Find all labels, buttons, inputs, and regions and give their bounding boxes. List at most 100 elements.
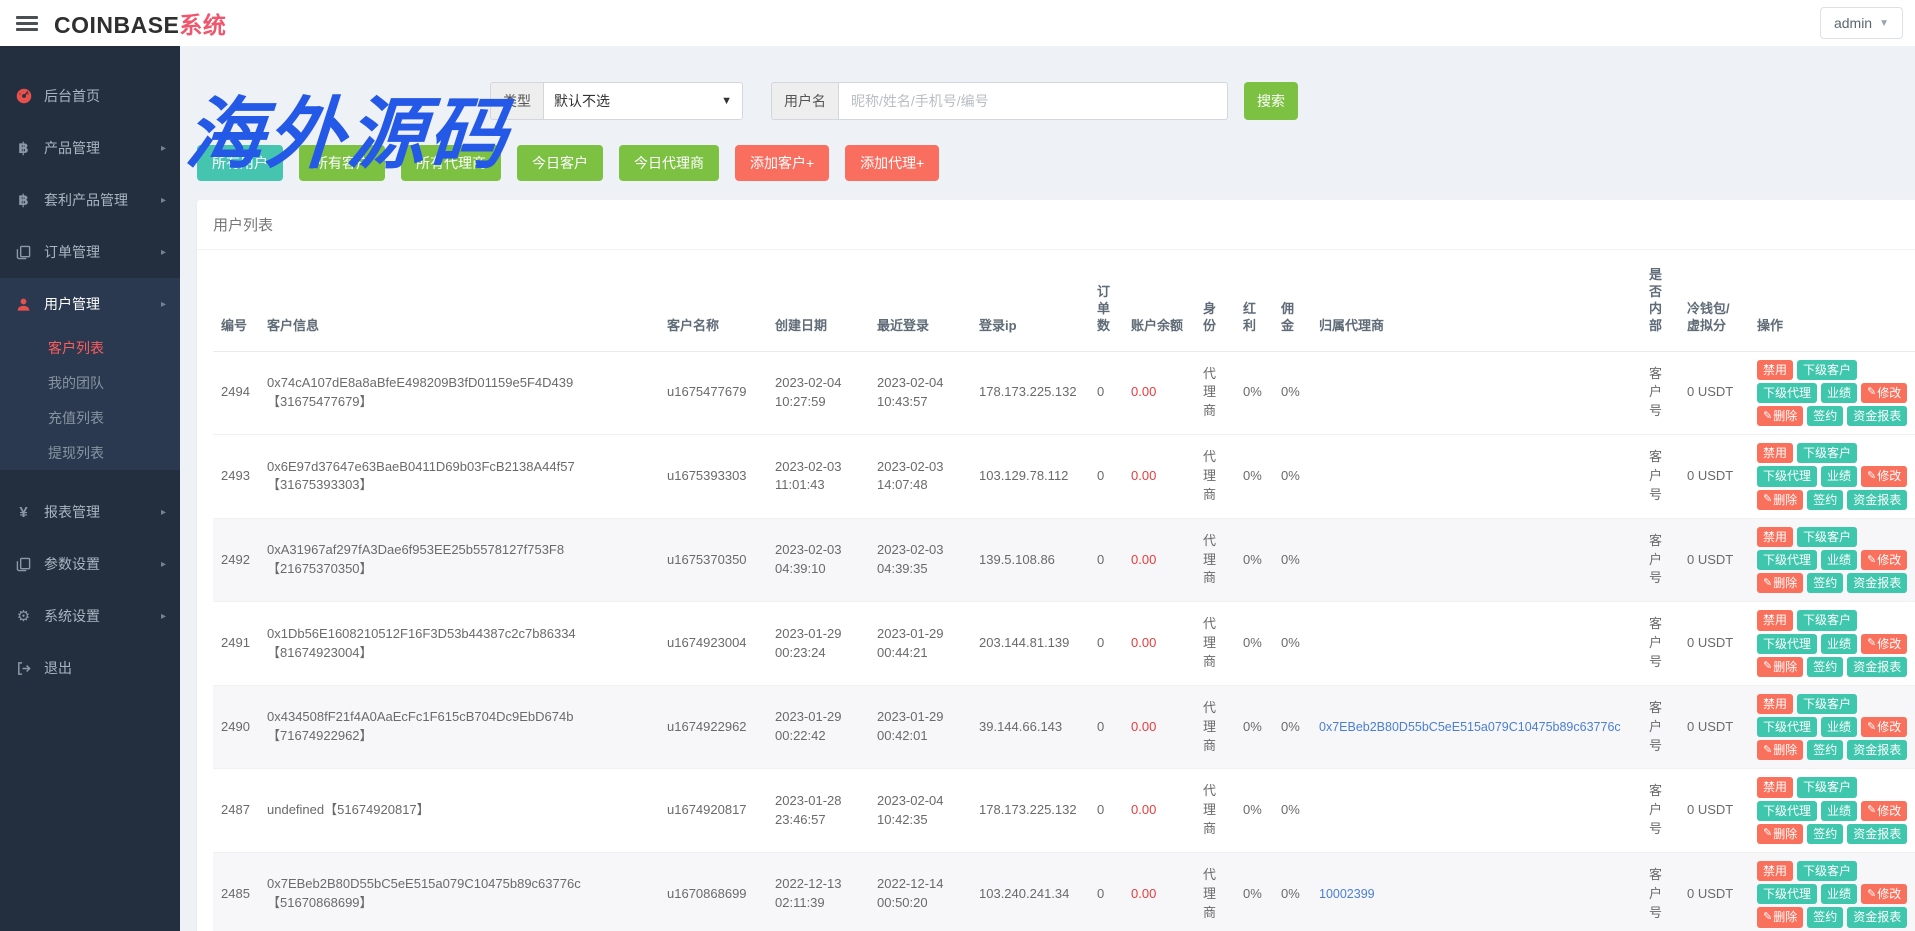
action-button[interactable]: ✎删除 <box>1757 490 1803 510</box>
agent-link[interactable]: 0x7EBeb2B80D55bC5eE515a079C10475b89c6377… <box>1319 720 1621 734</box>
username-input[interactable] <box>838 82 1228 120</box>
action-button[interactable]: ✎删除 <box>1757 573 1803 593</box>
action-button[interactable]: 业绩 <box>1821 383 1857 403</box>
agent-link[interactable]: 10002399 <box>1319 887 1375 901</box>
cell-created: 2023-01-28 23:46:57 <box>767 769 869 853</box>
action-button[interactable]: 业绩 <box>1821 634 1857 654</box>
action-button[interactable]: 资金报表 <box>1847 406 1907 426</box>
chevron-right-icon: ▸ <box>161 299 166 310</box>
action-button[interactable]: 下级代理 <box>1757 383 1817 403</box>
sidebar-item-8[interactable]: ⚙系统设置▸ <box>0 590 180 642</box>
action-button[interactable]: 资金报表 <box>1847 573 1907 593</box>
toolbar-button[interactable]: 今日客户 <box>517 145 603 181</box>
cell-identity: 代理商 <box>1195 518 1235 602</box>
action-button[interactable]: 下级代理 <box>1757 634 1817 654</box>
action-button[interactable]: 下级代理 <box>1757 801 1817 821</box>
action-button[interactable]: 下级客户 <box>1797 694 1857 714</box>
toolbar-button[interactable]: 添加客户+ <box>735 145 829 181</box>
sidebar-item-7[interactable]: 参数设置▸ <box>0 538 180 590</box>
cell-last-login: 2023-01-29 00:44:21 <box>869 602 971 686</box>
sidebar-item-5[interactable]: 用户管理▸ <box>0 278 180 330</box>
action-button[interactable]: 业绩 <box>1821 884 1857 904</box>
action-button[interactable]: 禁用 <box>1757 443 1793 463</box>
sidebar-group-users: 用户管理▸客户列表我的团队充值列表提现列表 <box>0 278 180 470</box>
action-button[interactable]: 签约 <box>1807 907 1843 927</box>
cell-internal: 客户号 <box>1641 435 1679 519</box>
action-button[interactable]: 下级代理 <box>1757 466 1817 486</box>
hamburger-menu-icon[interactable] <box>16 16 38 31</box>
action-button[interactable]: ✎修改 <box>1861 717 1907 737</box>
cell-wallet: 0 USDT <box>1679 435 1749 519</box>
action-button[interactable]: 下级客户 <box>1797 527 1857 547</box>
toolbar-button[interactable]: 所有用户 <box>197 145 283 181</box>
action-button[interactable]: 下级客户 <box>1797 360 1857 380</box>
type-select[interactable]: 默认不选 ▼ <box>543 82 743 120</box>
action-button[interactable]: ✎修改 <box>1861 383 1907 403</box>
yen-icon: ¥ <box>14 504 33 521</box>
sidebar-item-4[interactable]: 订单管理▸ <box>0 226 180 278</box>
cell-created: 2023-01-29 00:22:42 <box>767 685 869 769</box>
cell-actions: 禁用下级客户下级代理业绩✎修改 ✎删除签约资金报表 <box>1749 853 1915 931</box>
table-row: 24930x6E97d37647e63BaeB0411D69b03FcB2138… <box>213 435 1915 519</box>
action-button[interactable]: ✎删除 <box>1757 406 1803 426</box>
action-button[interactable]: 禁用 <box>1757 694 1793 714</box>
search-button[interactable]: 搜索 <box>1244 82 1298 120</box>
admin-user-dropdown[interactable]: admin ▼ <box>1820 7 1903 39</box>
action-button[interactable]: 下级代理 <box>1757 717 1817 737</box>
action-button[interactable]: ✎删除 <box>1757 740 1803 760</box>
action-button[interactable]: ✎修改 <box>1861 466 1907 486</box>
cell-id: 2493 <box>213 435 259 519</box>
sidebar-item-6[interactable]: ¥报表管理▸ <box>0 486 180 538</box>
sidebar-subitem[interactable]: 客户列表 <box>0 330 180 365</box>
cell-id: 2490 <box>213 685 259 769</box>
action-button[interactable]: ✎修改 <box>1861 884 1907 904</box>
toolbar-button[interactable]: 所有客户 <box>299 145 385 181</box>
sidebar-subitem[interactable]: 提现列表 <box>0 435 180 470</box>
sidebar-item-9[interactable]: 退出 <box>0 642 180 694</box>
action-button[interactable]: 禁用 <box>1757 610 1793 630</box>
action-button[interactable]: 禁用 <box>1757 360 1793 380</box>
toolbar-button[interactable]: 添加代理+ <box>845 145 939 181</box>
action-button[interactable]: 禁用 <box>1757 527 1793 547</box>
toolbar-button[interactable]: 所有代理商 <box>401 145 501 181</box>
username-filter-group: 用户名 <box>771 82 1228 120</box>
cell-identity: 代理商 <box>1195 602 1235 686</box>
action-button[interactable]: 签约 <box>1807 573 1843 593</box>
cell-wallet: 0 USDT <box>1679 518 1749 602</box>
action-button[interactable]: 资金报表 <box>1847 824 1907 844</box>
toolbar-button[interactable]: 今日代理商 <box>619 145 719 181</box>
action-button[interactable]: 禁用 <box>1757 777 1793 797</box>
sidebar-item-2[interactable]: ฿产品管理▸ <box>0 122 180 174</box>
action-button[interactable]: 下级代理 <box>1757 550 1817 570</box>
action-button[interactable]: 下级客户 <box>1797 777 1857 797</box>
action-button[interactable]: 禁用 <box>1757 861 1793 881</box>
action-button[interactable]: ✎删除 <box>1757 657 1803 677</box>
action-button[interactable]: ✎删除 <box>1757 824 1803 844</box>
action-button[interactable]: 下级客户 <box>1797 443 1857 463</box>
action-button[interactable]: 资金报表 <box>1847 490 1907 510</box>
action-button[interactable]: 签约 <box>1807 740 1843 760</box>
action-button[interactable]: 签约 <box>1807 490 1843 510</box>
action-button[interactable]: 资金报表 <box>1847 740 1907 760</box>
action-button[interactable]: ✎删除 <box>1757 907 1803 927</box>
sidebar-item-3[interactable]: ฿套利产品管理▸ <box>0 174 180 226</box>
action-button[interactable]: 下级客户 <box>1797 861 1857 881</box>
sidebar-subitem[interactable]: 充值列表 <box>0 400 180 435</box>
action-button[interactable]: ✎修改 <box>1861 550 1907 570</box>
action-button[interactable]: 业绩 <box>1821 550 1857 570</box>
action-button[interactable]: 下级代理 <box>1757 884 1817 904</box>
action-button[interactable]: 签约 <box>1807 657 1843 677</box>
action-button[interactable]: 签约 <box>1807 406 1843 426</box>
sidebar-subitem[interactable]: 我的团队 <box>0 365 180 400</box>
action-button[interactable]: ✎修改 <box>1861 801 1907 821</box>
action-button[interactable]: ✎修改 <box>1861 634 1907 654</box>
action-button[interactable]: 资金报表 <box>1847 907 1907 927</box>
action-button[interactable]: 业绩 <box>1821 717 1857 737</box>
action-button[interactable]: 业绩 <box>1821 466 1857 486</box>
cell-created: 2022-12-13 02:11:39 <box>767 853 869 931</box>
sidebar-item-1[interactable]: 后台首页 <box>0 70 180 122</box>
action-button[interactable]: 资金报表 <box>1847 657 1907 677</box>
action-button[interactable]: 下级客户 <box>1797 610 1857 630</box>
action-button[interactable]: 签约 <box>1807 824 1843 844</box>
action-button[interactable]: 业绩 <box>1821 801 1857 821</box>
